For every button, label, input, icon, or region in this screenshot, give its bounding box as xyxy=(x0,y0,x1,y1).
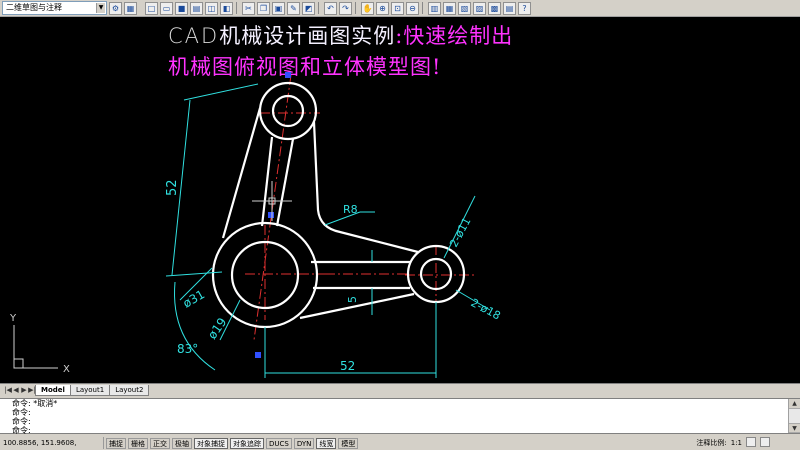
command-history-line: 命令: xyxy=(12,408,31,417)
tab-layout1[interactable]: Layout1 xyxy=(69,385,111,396)
match-icon[interactable]: ✎ xyxy=(287,1,300,15)
otrack-toggle[interactable]: 对象追踪 xyxy=(230,437,264,449)
help-icon[interactable]: ? xyxy=(518,1,531,15)
ucs-icon xyxy=(13,325,58,369)
copy-icon[interactable]: ❐ xyxy=(257,1,270,15)
command-window[interactable]: 命令: *取消* 命令: 命令: 命令: ▲ ▼ xyxy=(0,398,800,435)
osnap-toggle[interactable]: 对象捕捉 xyxy=(194,437,228,449)
block-editor-icon[interactable]: ◩ xyxy=(302,1,315,15)
customize-icon[interactable]: ▦ xyxy=(124,1,137,15)
scroll-up-icon[interactable]: ▲ xyxy=(789,399,800,409)
dim-phi31-text: ø31 xyxy=(181,287,208,310)
chevron-down-icon: ▼ xyxy=(96,3,105,13)
left-arm-inner-2 xyxy=(275,138,295,227)
ortho-toggle[interactable]: 正交 xyxy=(150,437,170,449)
grid-toggle[interactable]: 栅格 xyxy=(128,437,148,449)
crosshair-cursor xyxy=(252,181,292,221)
top-hole xyxy=(271,94,305,128)
sheet-set-icon[interactable]: ▨ xyxy=(473,1,486,15)
lineweight-toggle[interactable]: 线宽 xyxy=(316,437,337,449)
grip-top[interactable] xyxy=(285,72,291,78)
annotation-scale-label: 注释比例: xyxy=(696,439,727,447)
annotation-scale-value[interactable]: 1:1 xyxy=(731,437,742,449)
part-outline xyxy=(211,81,466,329)
open-icon[interactable]: ▭ xyxy=(160,1,173,15)
zoom-window-icon[interactable]: ⊡ xyxy=(391,1,404,15)
tool-palette-icon[interactable]: ▧ xyxy=(458,1,471,15)
status-bar: 100.8856, 151.9608, 0.0000 捕捉 栅格 正交 极轴 对… xyxy=(0,436,800,450)
dim-r8-text: R8 xyxy=(343,203,358,216)
polar-toggle[interactable]: 极轴 xyxy=(172,437,192,449)
command-input[interactable]: 命令: xyxy=(0,426,800,435)
annotation-visibility-icon[interactable] xyxy=(746,437,756,447)
dim-2phi11-text: 2-ø11 xyxy=(447,215,473,249)
dim-52v-ext1 xyxy=(183,83,259,101)
autocad-window: 二维草图与注释 ▼ ⚙ ▦ □ ▭ ■ ▤ ◫ ◧ ✂ ❐ ▣ ✎ ◩ ↶ ↷ … xyxy=(0,0,800,450)
preview-icon[interactable]: ◫ xyxy=(205,1,218,15)
standard-toolbar: 二维草图与注释 ▼ ⚙ ▦ □ ▭ ■ ▤ ◫ ◧ ✂ ❐ ▣ ✎ ◩ ↶ ↷ … xyxy=(0,0,800,17)
workspace-select-value: 二维草图与注释 xyxy=(6,3,62,12)
paste-icon[interactable]: ▣ xyxy=(272,1,285,15)
design-center-icon[interactable]: ▦ xyxy=(443,1,456,15)
undo-icon[interactable]: ↶ xyxy=(324,1,337,15)
next-tab-icon[interactable]: ▶ xyxy=(20,384,28,396)
save-icon[interactable]: ■ xyxy=(175,1,188,15)
ucs-x-label: X xyxy=(63,364,70,375)
command-scrollbar[interactable]: ▲ ▼ xyxy=(788,399,800,433)
top-boss-outer xyxy=(258,81,318,141)
coordinate-readout: 100.8856, 151.9608, 0.0000 xyxy=(0,437,104,449)
redo-icon[interactable]: ↷ xyxy=(339,1,352,15)
right-arm-upper xyxy=(312,121,419,254)
grip-bottom[interactable] xyxy=(255,352,261,358)
annotation-scale: 注释比例: 1:1 xyxy=(696,437,770,449)
cut-icon[interactable]: ✂ xyxy=(242,1,255,15)
properties-icon[interactable]: ▥ xyxy=(428,1,441,15)
command-history-line: 命令: *取消* xyxy=(12,399,58,408)
command-history-line: 命令: xyxy=(12,417,31,426)
prev-tab-icon[interactable]: ◀ xyxy=(12,384,20,396)
zoom-realtime-icon[interactable]: ⊕ xyxy=(376,1,389,15)
model-toggle[interactable]: 模型 xyxy=(338,437,359,449)
tab-layout2[interactable]: Layout2 xyxy=(109,385,150,396)
layout-tabs: |◀ ◀ ▶ ▶| Model Layout1 Layout2 xyxy=(0,383,800,396)
zoom-previous-icon[interactable]: ⊖ xyxy=(406,1,419,15)
dim-2phi18-text: 2-ø18 xyxy=(469,296,503,322)
first-tab-icon[interactable]: |◀ xyxy=(4,384,12,396)
workspace-select[interactable]: 二维草图与注释 ▼ xyxy=(2,1,107,15)
dyn-toggle[interactable]: DYN xyxy=(293,437,315,449)
snap-toggle[interactable]: 捕捉 xyxy=(106,437,126,449)
drawing-canvas[interactable]: CAD机械设计画图实例:快速绘制出 机械图俯视图和立体模型图! 52 R8 2-… xyxy=(0,17,800,383)
ducs-toggle[interactable]: DUCS xyxy=(266,437,292,449)
ucs-y-label: Y xyxy=(9,313,17,324)
dim-83-text: 83° xyxy=(177,342,198,356)
print-icon[interactable]: ▤ xyxy=(190,1,203,15)
pan-icon[interactable]: ✋ xyxy=(361,1,374,15)
workspace-settings-icon[interactable]: ⚙ xyxy=(109,1,122,15)
auto-scale-icon[interactable] xyxy=(760,437,770,447)
dim-52-vertical-text: 52 xyxy=(165,179,180,196)
markup-icon[interactable]: ▩ xyxy=(488,1,501,15)
publish-icon[interactable]: ◧ xyxy=(220,1,233,15)
new-icon[interactable]: □ xyxy=(145,1,158,15)
grip-middle[interactable] xyxy=(268,212,274,218)
calculator-icon[interactable]: ▤ xyxy=(503,1,516,15)
tab-model[interactable]: Model xyxy=(35,385,71,396)
drawing-svg: 52 R8 2-ø11 5 2-ø18 ø31 ø19 83° 52 Y X xyxy=(9,72,503,378)
left-arm-outer xyxy=(221,107,262,239)
dim-5-text: 5 xyxy=(346,296,359,303)
scroll-down-icon[interactable]: ▼ xyxy=(789,423,800,433)
dim-52-horizontal-text: 52 xyxy=(340,359,355,373)
